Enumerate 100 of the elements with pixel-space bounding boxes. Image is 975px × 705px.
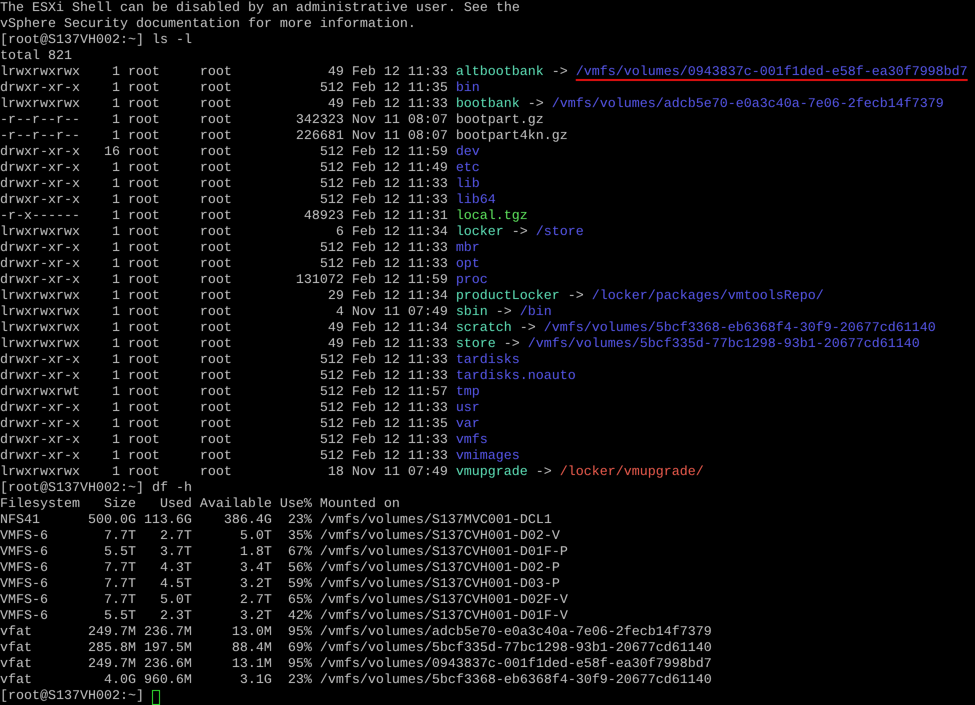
file-size: 512 [318,433,344,449]
used-cell-text: 3.7T [158,545,192,561]
file-permissions: drwxr-xr-x [0,241,80,257]
file-name: vmfs [456,433,488,449]
filesystem-cell-text: vfat [0,641,33,657]
terminal-text: The ESXi Shell can be disabled by an administrative user. See the [0,1,520,17]
file-name: opt [456,257,480,273]
file-date: Feb 12 11:57 [352,385,448,401]
file-name: var [456,417,480,433]
filesystem-cell-text: VMFS-6 [0,529,49,545]
file-owner: root [128,353,161,369]
file-owner: root [128,305,161,321]
file-size: 342323 [294,113,344,129]
file-owner: root [128,401,161,417]
file-group: root [200,177,232,193]
file-group: root [200,289,232,305]
file-name: local.tgz [456,209,528,225]
file-group: root [200,161,232,177]
used-cell-text: 2.7T [158,529,192,545]
link-count: 1 [110,401,120,417]
link-count: 1 [110,385,120,401]
mount-cell: /vmfs/volumes/adcb5e70-e0a3c40a-7e06-2fecb14f7379 [320,625,712,641]
file-permissions: drwxr-xr-x [0,177,80,193]
link-count: 1 [110,257,120,273]
file-size: 512 [318,417,344,433]
mount-cell: /vmfs/volumes/S137CVH001-D02-V [320,529,560,545]
file-name: altbootbank [456,65,544,81]
filesystem-cell-text: vfat [0,673,33,689]
file-size: 48923 [302,209,344,225]
file-size: 512 [318,385,344,401]
file-permissions: -r-x------ [0,209,80,225]
file-size: 49 [326,337,344,353]
file-date: Feb 12 11:33 [352,337,448,353]
size-cell-text: 7.7T [102,561,136,577]
file-owner: root [128,433,161,449]
terminal-text: vSphere Security documentation for more information. [0,17,416,33]
mount-cell: /vmfs/volumes/0943837c-001f1ded-e58f-ea30f7998bd7 [320,657,712,673]
file-name: locker [456,225,504,241]
file-date: Feb 12 11:33 [352,257,448,273]
file-date: Feb 12 11:35 [352,81,448,97]
use-percent-cell-text: 95% [286,625,312,641]
file-size: 131072 [294,273,344,289]
file-name: bin [456,81,480,97]
filesystem-cell-text: vfat [0,657,33,673]
file-owner: root [128,209,161,225]
shell-command: df -h [152,481,192,497]
file-owner: root [128,369,161,385]
file-size: 49 [326,97,344,113]
file-group: root [200,193,232,209]
use-percent-cell-text: 35% [286,529,312,545]
file-size: 512 [318,449,344,465]
file-group: root [200,113,232,129]
file-date: Feb 12 11:49 [352,161,448,177]
file-date: Feb 12 11:34 [352,321,448,337]
link-arrow: -> [552,65,568,81]
file-date: Feb 12 11:35 [352,417,448,433]
file-group: root [200,449,232,465]
size-cell-text: 7.7T [102,593,136,609]
file-size: 512 [318,257,344,273]
file-group: root [200,369,232,385]
link-target: /vmfs/volumes/5bcf335d-77bc1298-93b1-20677cd61140 [528,337,920,353]
link-target: /bin [520,305,552,321]
file-group: root [200,305,232,321]
file-group: root [200,209,232,225]
link-arrow: -> [520,321,536,337]
file-permissions: drwxr-xr-x [0,81,80,97]
file-permissions: drwxr-xr-x [0,145,80,161]
file-permissions: lrwxrwxrwx [0,465,80,481]
use-percent-cell-text: 23% [286,513,312,529]
link-count: 1 [110,241,120,257]
use-percent-cell-text: 65% [286,593,312,609]
available-cell-text: 13.1M [230,657,272,673]
file-group: root [200,417,232,433]
file-permissions: -r--r--r-- [0,113,80,129]
link-count: 1 [110,81,120,97]
file-group: root [200,241,232,257]
file-size: 512 [318,401,344,417]
link-target: /store [536,225,584,241]
link-count: 1 [110,209,120,225]
filesystem-cell-text: NFS41 [0,513,41,529]
file-size: 512 [318,81,344,97]
file-permissions: drwxr-xr-x [0,369,80,385]
file-date: Feb 12 11:33 [352,241,448,257]
file-owner: root [128,385,161,401]
file-size: 49 [326,65,344,81]
file-name: vmupgrade [456,465,528,481]
link-arrow: -> [528,97,544,113]
file-date: Feb 12 11:33 [352,193,448,209]
used-cell-text: 113.6G [142,513,192,529]
link-count: 1 [110,273,120,289]
file-name: mbr [456,241,480,257]
link-arrow: -> [568,289,584,305]
file-size: 512 [318,369,344,385]
used-cell-text: 960.6M [142,673,192,689]
file-group: root [200,129,232,145]
file-name: dev [456,145,480,161]
available-cell-text: 5.0T [238,529,272,545]
size-cell-text: 249.7M [86,657,136,673]
file-owner: root [128,81,161,97]
file-group: root [200,65,232,81]
